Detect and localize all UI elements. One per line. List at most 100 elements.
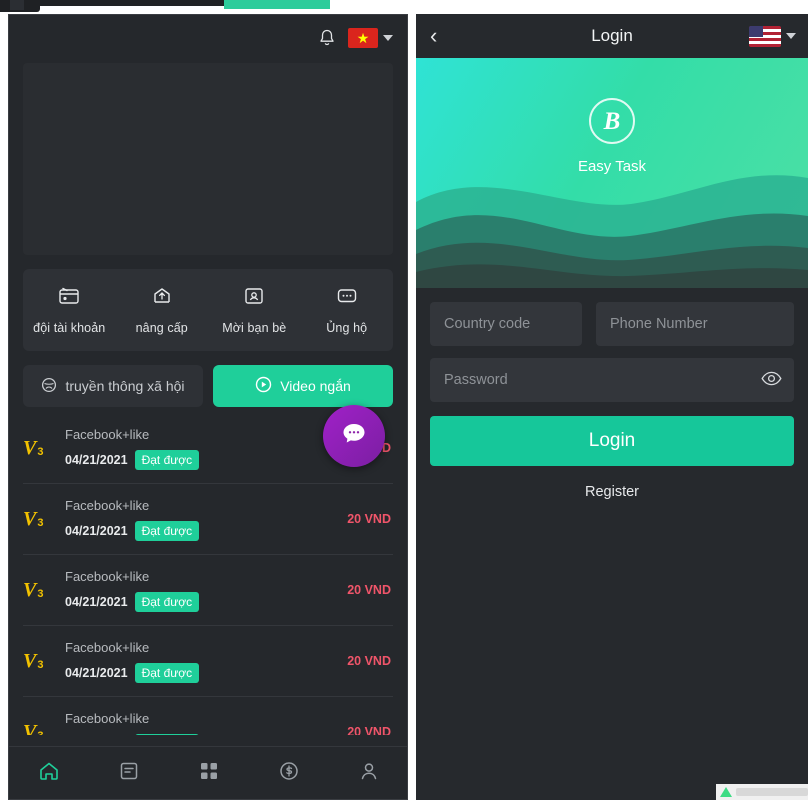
- grid-icon: [197, 759, 221, 788]
- task-date: 04/21/2021: [65, 594, 128, 609]
- app-logo: B: [589, 98, 635, 144]
- rank-letter: V: [23, 579, 37, 601]
- status-badge: Đạt được: [134, 520, 200, 541]
- language-selector-vn[interactable]: ★: [348, 28, 393, 48]
- task-title: Facebook+like: [65, 497, 150, 513]
- screenshot-root: ★ đội tài khoản nâng cấp Mời bạn bè Ủng …: [0, 0, 808, 800]
- task-title: Facebook+like: [65, 710, 150, 726]
- task-meta: 04/21/2021 Đạt được: [65, 733, 347, 735]
- login-button[interactable]: Login: [430, 416, 794, 466]
- country-code-placeholder: Country code: [444, 316, 531, 332]
- segment-label: Video ngắn: [280, 378, 351, 394]
- segment-row: truyền thông xã hội Video ngắn: [23, 365, 393, 407]
- language-selector-us[interactable]: [749, 25, 796, 47]
- task-title: Facebook+like: [65, 426, 150, 442]
- quick-action-label: đội tài khoản: [33, 321, 106, 335]
- task-info: Facebook+like 04/21/2021 Đạt được: [65, 640, 347, 683]
- right-header: ‹ Login: [416, 14, 808, 58]
- task-amount: 20 VND: [347, 583, 391, 597]
- vietnam-flag-icon: ★: [348, 28, 378, 48]
- quick-action-label: nâng cấp: [135, 321, 188, 335]
- task-amount: 20 VND: [347, 725, 391, 735]
- usa-flag-icon: [749, 25, 781, 47]
- task-info: Facebook+like 04/21/2021 Đạt được: [65, 498, 347, 541]
- eye-icon[interactable]: [761, 371, 782, 390]
- left-header: ★: [9, 15, 407, 61]
- status-badge: Đạt được: [134, 662, 200, 683]
- home-icon: [37, 759, 61, 788]
- play-triangle-icon: [720, 787, 732, 797]
- task-info: Facebook+like 04/21/2021 Đạt được: [65, 427, 347, 470]
- phone-number-input[interactable]: Phone Number: [596, 302, 794, 346]
- password-placeholder: Password: [444, 372, 508, 388]
- task-title: Facebook+like: [65, 568, 150, 584]
- task-meta: 04/21/2021 Đạt được: [65, 591, 347, 612]
- task-date: 04/21/2021: [65, 665, 128, 680]
- rank-badge: V 3: [23, 437, 57, 459]
- rank-letter: V: [23, 721, 37, 735]
- table-row[interactable]: V 3 Facebook+like 04/21/2021 Đạt được 20…: [23, 484, 393, 555]
- status-badge: Đạt được: [134, 591, 200, 612]
- rank-level: 3: [37, 517, 44, 529]
- register-link[interactable]: Register: [430, 484, 794, 500]
- promo-banner[interactable]: [23, 63, 393, 255]
- password-input[interactable]: Password: [430, 358, 794, 402]
- task-meta: 04/21/2021 Đạt được: [65, 662, 347, 683]
- team-account-icon: [57, 285, 81, 312]
- social-media-icon: [41, 377, 57, 396]
- quick-action-upgrade[interactable]: nâng cấp: [116, 285, 209, 335]
- table-row[interactable]: V 3 Facebook+like 04/21/2021 Đạt được 20…: [23, 697, 393, 735]
- table-row[interactable]: V 3 Facebook+like 04/21/2021 Đạt được 20…: [23, 626, 393, 697]
- rank-badge: V 3: [23, 721, 57, 735]
- bell-icon[interactable]: [318, 29, 336, 48]
- task-date: 04/21/2021: [65, 452, 128, 467]
- phone-row: Country code Phone Number: [430, 302, 794, 346]
- task-meta: 04/21/2021 Đạt được: [65, 449, 347, 470]
- segment-social-media[interactable]: truyền thông xã hội: [23, 365, 203, 407]
- play-icon: [255, 376, 272, 396]
- bottom-navigation: [9, 746, 407, 799]
- top-strip-green-tab: [224, 0, 330, 9]
- right-phone-panel: ‹ Login B Easy Task Country code Phone N…: [416, 14, 808, 800]
- back-arrow-icon[interactable]: ‹: [430, 25, 437, 47]
- quick-actions-bar: đội tài khoản nâng cấp Mời bạn bè Ủng hộ: [23, 269, 393, 351]
- quick-action-team-account[interactable]: đội tài khoản: [23, 285, 116, 335]
- rank-letter: V: [23, 437, 37, 459]
- nav-earnings[interactable]: [249, 759, 329, 788]
- country-code-input[interactable]: Country code: [430, 302, 582, 346]
- nav-grid[interactable]: [169, 759, 249, 788]
- nav-profile[interactable]: [329, 759, 407, 788]
- top-strip-dark-bar: [40, 0, 224, 6]
- quick-action-invite-friends[interactable]: Mời bạn bè: [208, 285, 301, 335]
- quick-action-support[interactable]: Ủng hộ: [301, 285, 394, 335]
- login-hero: B Easy Task: [416, 58, 808, 288]
- background-top-strip: [0, 0, 808, 14]
- bottom-right-badge: [716, 784, 808, 800]
- segment-short-video[interactable]: Video ngắn: [213, 365, 393, 407]
- left-phone-panel: ★ đội tài khoản nâng cấp Mời bạn bè Ủng …: [8, 14, 408, 800]
- chat-bubble-icon: [339, 420, 369, 453]
- rank-level: 3: [37, 588, 44, 600]
- table-row[interactable]: V 3 Facebook+like 04/21/2021 Đạt được 20…: [23, 555, 393, 626]
- task-title: Facebook+like: [65, 639, 150, 655]
- task-info: Facebook+like 04/21/2021 Đạt được: [65, 710, 347, 735]
- chevron-down-icon: [383, 35, 393, 41]
- status-badge: Đạt được: [134, 449, 200, 470]
- flag-star: ★: [356, 30, 370, 46]
- task-meta: 04/21/2021 Đạt được: [65, 520, 347, 541]
- task-amount: 20 VND: [347, 654, 391, 668]
- phone-number-placeholder: Phone Number: [610, 316, 708, 332]
- segment-label: truyền thông xã hội: [65, 378, 185, 394]
- nav-home[interactable]: [9, 759, 89, 788]
- task-date: 04/21/2021: [65, 523, 128, 538]
- rank-badge: V 3: [23, 508, 57, 530]
- earnings-icon: [277, 759, 301, 788]
- rank-badge: V 3: [23, 651, 57, 671]
- chevron-down-icon: [786, 33, 796, 39]
- chat-support-button[interactable]: [323, 405, 385, 467]
- task-info: Facebook+like 04/21/2021 Đạt được: [65, 569, 347, 612]
- nav-tasks[interactable]: [89, 759, 169, 788]
- rank-letter: V: [23, 508, 37, 530]
- profile-icon: [357, 759, 381, 788]
- quick-action-label: Ủng hộ: [326, 321, 368, 335]
